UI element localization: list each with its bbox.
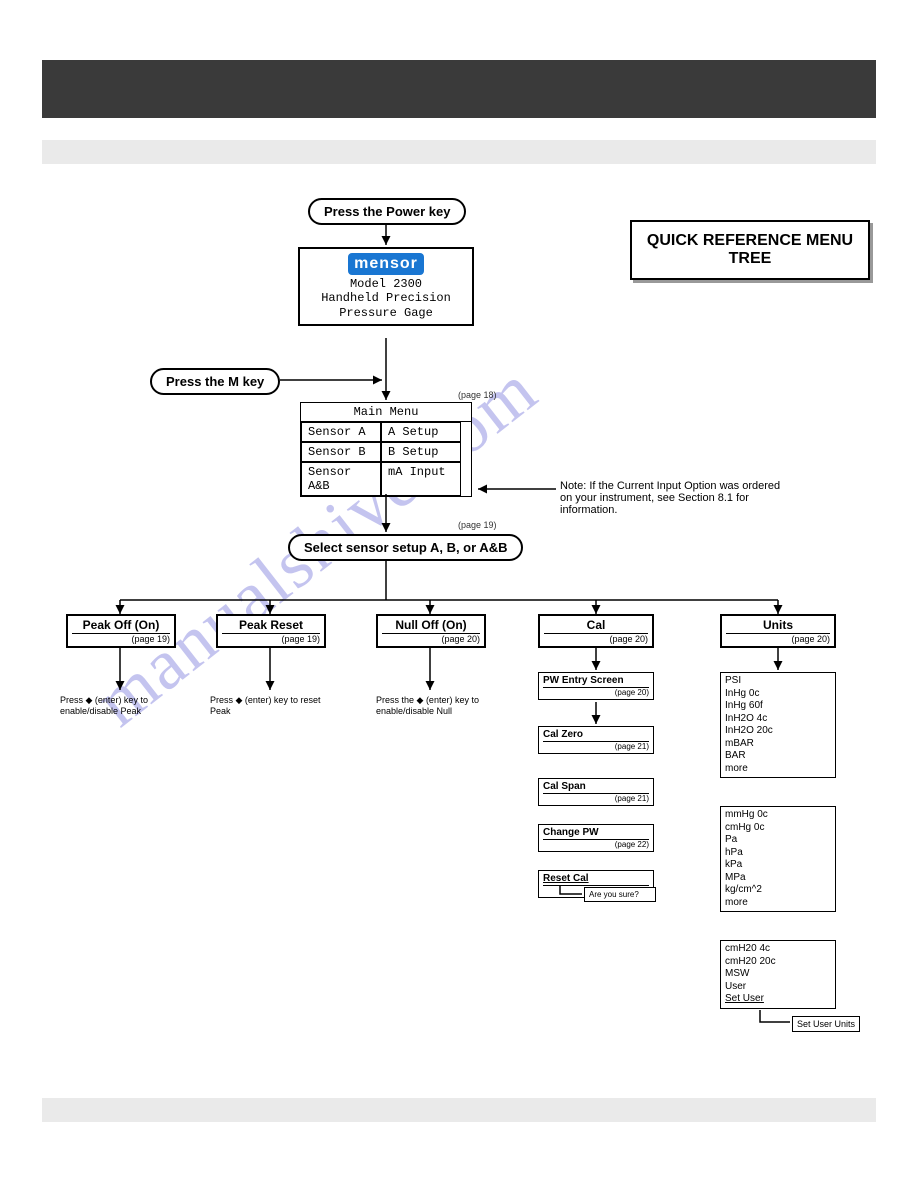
units-box: Units (page 20) bbox=[720, 614, 836, 648]
units-page: (page 20) bbox=[726, 633, 830, 644]
menu-ma-input: mA Input bbox=[381, 462, 461, 496]
main-menu-table: Main Menu Sensor A A Setup Sensor B B Se… bbox=[300, 402, 472, 497]
mensor-model: Model 2300 bbox=[304, 277, 468, 291]
peak-reset-action: Press ◆ (enter) key to reset Peak bbox=[210, 695, 340, 716]
header-bar bbox=[42, 60, 876, 118]
mensor-line2: Handheld Precision bbox=[304, 291, 468, 305]
page: manualshive.com QUICK REFERENCE MENU TRE… bbox=[0, 0, 918, 1188]
units-item: BAR bbox=[725, 750, 831, 763]
select-sensor-node: Select sensor setup A, B, or A&B bbox=[288, 534, 523, 561]
peak-reset-page: (page 19) bbox=[222, 633, 320, 644]
cal-zero-page: (page 21) bbox=[543, 741, 649, 751]
flow-arrows bbox=[0, 0, 918, 1188]
gray-bar-top bbox=[42, 140, 876, 164]
cal-span-box: Cal Span (page 21) bbox=[538, 778, 654, 806]
units-item: cmH20 20c bbox=[725, 956, 831, 969]
change-pw-box: Change PW (page 22) bbox=[538, 824, 654, 852]
units-item: InH2O 4c bbox=[725, 713, 831, 726]
pw-entry-page: (page 20) bbox=[543, 687, 649, 697]
cal-span-page: (page 21) bbox=[543, 793, 649, 803]
peak-reset-label: Peak Reset bbox=[239, 618, 303, 632]
peak-reset-box: Peak Reset (page 19) bbox=[216, 614, 326, 648]
units-item: kg/cm^2 bbox=[725, 884, 831, 897]
units-item: more bbox=[725, 897, 831, 910]
change-pw-page: (page 22) bbox=[543, 839, 649, 849]
peak-off-action: Press ◆ (enter) key to enable/disable Pe… bbox=[60, 695, 190, 716]
note-text: Note: If the Current Input Option was or… bbox=[560, 480, 790, 516]
pw-entry-box: PW Entry Screen (page 20) bbox=[538, 672, 654, 700]
units-item: MPa bbox=[725, 872, 831, 885]
null-off-on-box: Null Off (On) (page 20) bbox=[376, 614, 486, 648]
mensor-line3: Pressure Gage bbox=[304, 306, 468, 320]
null-off-on-label: Null Off (On) bbox=[395, 618, 466, 632]
units-item: cmH20 4c bbox=[725, 943, 831, 956]
set-user-units-box: Set User Units bbox=[792, 1016, 860, 1032]
units-item: hPa bbox=[725, 847, 831, 860]
cal-zero-box: Cal Zero (page 21) bbox=[538, 726, 654, 754]
mensor-logo: mensor bbox=[348, 253, 424, 275]
press-m-key-node: Press the M key bbox=[150, 368, 280, 395]
power-key-node: Press the Power key bbox=[308, 198, 466, 225]
page-ref-19a: (page 19) bbox=[458, 520, 497, 530]
main-menu-title: Main Menu bbox=[301, 403, 471, 422]
pw-entry-label: PW Entry Screen bbox=[543, 675, 624, 686]
menu-a-setup: A Setup bbox=[381, 422, 461, 442]
peak-off-on-page: (page 19) bbox=[72, 633, 170, 644]
units-item: mmHg 0c bbox=[725, 809, 831, 822]
units-item: PSI bbox=[725, 675, 831, 688]
cal-page: (page 20) bbox=[544, 633, 648, 644]
cal-box: Cal (page 20) bbox=[538, 614, 654, 648]
units-item: Pa bbox=[725, 834, 831, 847]
menu-sensor-a: Sensor A bbox=[301, 422, 381, 442]
reset-cal-label: Reset Cal bbox=[543, 873, 589, 884]
cal-span-label: Cal Span bbox=[543, 781, 586, 792]
units-item: mBAR bbox=[725, 738, 831, 751]
null-off-on-page: (page 20) bbox=[382, 633, 480, 644]
units-label: Units bbox=[763, 618, 793, 632]
units-group3: cmH20 4ccmH20 20cMSWUserSet User bbox=[720, 940, 836, 1009]
page-ref-18: (page 18) bbox=[458, 390, 497, 400]
quick-reference-box: QUICK REFERENCE MENU TREE bbox=[630, 220, 870, 280]
gray-bar-bottom bbox=[42, 1098, 876, 1122]
units-item: User bbox=[725, 981, 831, 994]
units-item: cmHg 0c bbox=[725, 822, 831, 835]
change-pw-label: Change PW bbox=[543, 827, 599, 838]
null-off-action: Press the ◆ (enter) key to enable/disabl… bbox=[376, 695, 506, 716]
menu-sensor-b: Sensor B bbox=[301, 442, 381, 462]
are-you-sure-box: Are you sure? bbox=[584, 887, 656, 902]
peak-off-on-label: Peak Off (On) bbox=[83, 618, 160, 632]
units-item: MSW bbox=[725, 968, 831, 981]
mensor-device-box: mensor Model 2300 Handheld Precision Pre… bbox=[298, 247, 474, 326]
units-group1: PSIInHg 0cInHg 60fInH2O 4cInH2O 20cmBARB… bbox=[720, 672, 836, 778]
peak-off-on-box: Peak Off (On) (page 19) bbox=[66, 614, 176, 648]
units-item: InH2O 20c bbox=[725, 725, 831, 738]
menu-sensor-ab: Sensor A&B bbox=[301, 462, 381, 496]
cal-zero-label: Cal Zero bbox=[543, 729, 583, 740]
units-item: InHg 60f bbox=[725, 700, 831, 713]
units-item: Set User bbox=[725, 993, 831, 1006]
units-item: InHg 0c bbox=[725, 688, 831, 701]
units-item: more bbox=[725, 763, 831, 776]
units-group2: mmHg 0ccmHg 0cPahPakPaMPakg/cm^2more bbox=[720, 806, 836, 912]
menu-b-setup: B Setup bbox=[381, 442, 461, 462]
cal-label: Cal bbox=[587, 618, 606, 632]
units-item: kPa bbox=[725, 859, 831, 872]
